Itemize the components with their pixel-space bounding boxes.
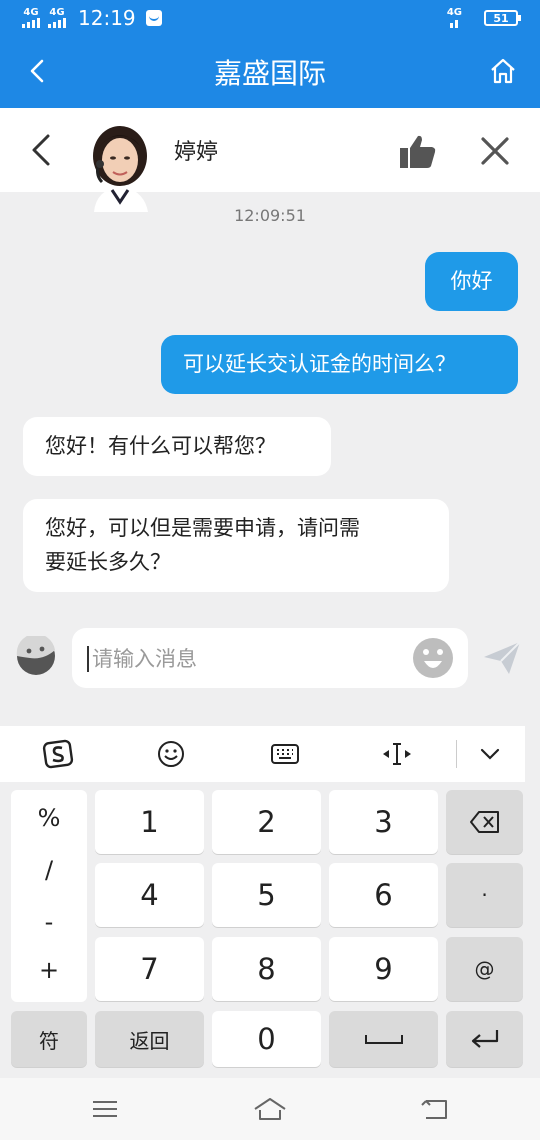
message-text: 你好 bbox=[450, 269, 493, 293]
message-text-line: 要延长多久？ bbox=[45, 550, 171, 574]
battery-icon: 51 bbox=[484, 10, 521, 26]
received-message: 您好，可以但是需要申请，请问需 要延长多久？ bbox=[23, 499, 449, 592]
send-icon[interactable] bbox=[482, 640, 522, 676]
return-key[interactable]: 返回 bbox=[95, 1011, 204, 1067]
right-network-label: 4G bbox=[446, 7, 462, 18]
symbol-key[interactable]: - bbox=[11, 908, 87, 936]
cursor-move-icon[interactable] bbox=[381, 738, 413, 770]
emoji-toggle-icon[interactable] bbox=[16, 636, 56, 676]
home-icon[interactable] bbox=[488, 56, 518, 86]
key-2[interactable]: 2 bbox=[212, 790, 321, 854]
close-icon[interactable] bbox=[478, 134, 512, 168]
status-bar: 4G 4G 12:19 4G 51 bbox=[0, 0, 540, 36]
home-nav-icon[interactable] bbox=[253, 1094, 287, 1124]
key-8[interactable]: 8 bbox=[212, 937, 321, 1001]
at-key[interactable]: @ bbox=[446, 937, 523, 1001]
emoji-icon[interactable] bbox=[155, 738, 187, 770]
sent-message: 你好 bbox=[425, 252, 518, 311]
symbol-key[interactable]: % bbox=[11, 804, 87, 832]
status-time: 12:19 bbox=[78, 6, 136, 30]
message-timestamp: 12:09:51 bbox=[234, 206, 306, 225]
sent-message: 可以延长交认证金的时间么？ bbox=[161, 335, 518, 394]
message-text: 可以延长交认证金的时间么？ bbox=[183, 352, 456, 376]
symbol-key[interactable]: / bbox=[11, 856, 87, 884]
battery-level: 51 bbox=[493, 11, 509, 25]
backspace-key[interactable] bbox=[446, 790, 523, 854]
key-4[interactable]: 4 bbox=[95, 863, 204, 927]
agent-name: 婷婷 bbox=[174, 140, 219, 165]
key-7[interactable]: 7 bbox=[95, 937, 204, 1001]
emoji-face-icon[interactable] bbox=[412, 637, 454, 679]
page-title: 嘉盛国际 bbox=[213, 57, 326, 90]
network-label-2: 4G bbox=[49, 7, 65, 18]
keyboard-toolbar bbox=[0, 726, 525, 782]
sogou-logo-icon[interactable] bbox=[42, 738, 74, 770]
menu-icon[interactable] bbox=[88, 1094, 122, 1124]
back-arrow-icon[interactable] bbox=[24, 56, 54, 86]
key-0[interactable]: 0 bbox=[212, 1011, 321, 1067]
signal-icon: 4G bbox=[22, 8, 40, 28]
input-placeholder: 请输入消息 bbox=[92, 647, 197, 671]
key-6[interactable]: 6 bbox=[329, 863, 438, 927]
chat-header: 婷婷 bbox=[0, 108, 540, 212]
symbol-column[interactable]: % / - + bbox=[11, 790, 87, 1002]
chat-back-icon[interactable] bbox=[26, 132, 56, 168]
key-9[interactable]: 9 bbox=[329, 937, 438, 1001]
message-input[interactable]: 请输入消息 bbox=[72, 628, 468, 688]
key-1[interactable]: 1 bbox=[95, 790, 204, 854]
back-nav-icon[interactable] bbox=[418, 1094, 452, 1124]
space-key[interactable] bbox=[329, 1011, 438, 1067]
system-nav-bar bbox=[0, 1078, 540, 1140]
key-3[interactable]: 3 bbox=[329, 790, 438, 854]
numeric-keyboard: % / - + 1 2 3 4 5 6 · 7 8 9 @ 符 返回 0 bbox=[0, 726, 540, 1078]
enter-key[interactable] bbox=[446, 1011, 523, 1067]
agent-avatar bbox=[86, 116, 154, 212]
message-text-line: 您好，可以但是需要申请，请问需 bbox=[45, 516, 360, 540]
network-label: 4G bbox=[23, 7, 39, 18]
space-icon bbox=[364, 1035, 403, 1044]
symbol-key[interactable]: + bbox=[11, 956, 87, 984]
thumbs-up-icon[interactable] bbox=[398, 132, 438, 172]
collapse-keyboard-icon[interactable] bbox=[474, 738, 506, 770]
dot-key[interactable]: · bbox=[446, 863, 523, 927]
text-cursor bbox=[87, 646, 89, 672]
toolbar-divider bbox=[456, 740, 457, 768]
signal-icon-2: 4G bbox=[48, 8, 66, 28]
notification-icon bbox=[145, 10, 162, 26]
key-5[interactable]: 5 bbox=[212, 863, 321, 927]
enter-icon bbox=[471, 1030, 498, 1048]
data-signal-icon: 4G bbox=[447, 8, 462, 28]
keyboard-icon[interactable] bbox=[269, 738, 301, 770]
symbols-key[interactable]: 符 bbox=[11, 1011, 87, 1067]
app-header: 嘉盛国际 bbox=[0, 36, 540, 108]
message-text: 您好！有什么可以帮您？ bbox=[45, 434, 276, 458]
received-message: 您好！有什么可以帮您？ bbox=[23, 417, 331, 476]
backspace-icon bbox=[469, 811, 499, 833]
